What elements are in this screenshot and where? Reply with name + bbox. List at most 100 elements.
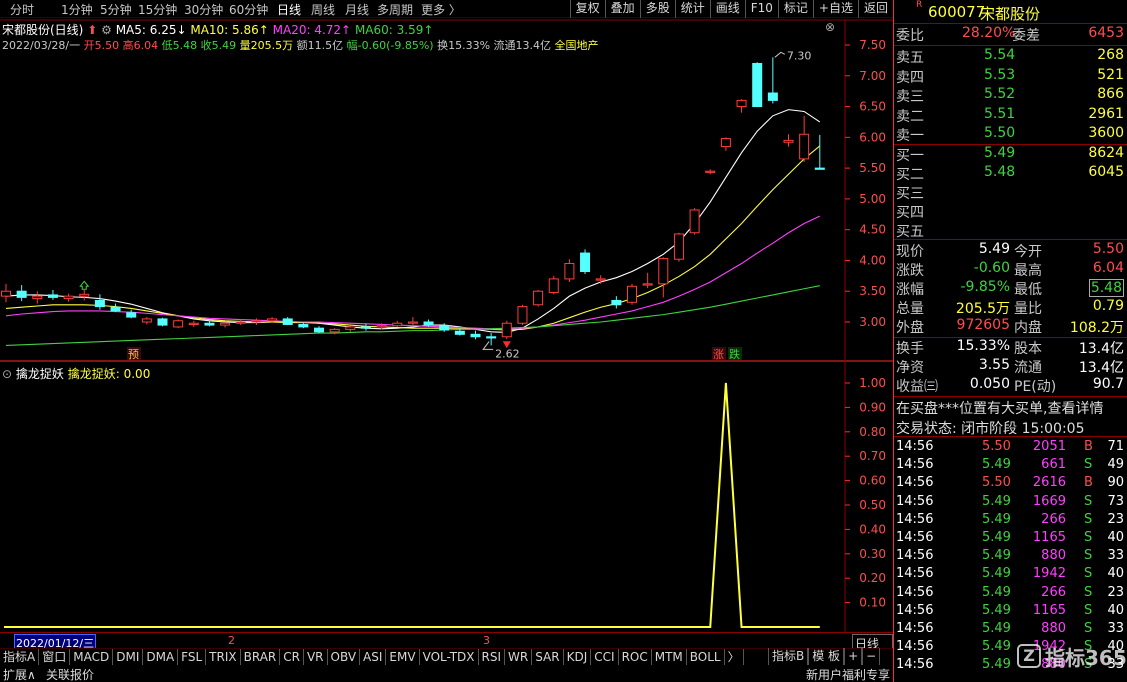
indicator-tab-7[interactable]: BRAR xyxy=(241,649,281,666)
candle[interactable] xyxy=(360,323,371,331)
candle[interactable] xyxy=(814,134,825,170)
kline-chart[interactable]: 7.50 7.00 6.50 6.00 5.50 5.00 4.50 4.00 3.50 3.00… xyxy=(0,0,893,682)
indicator-tab-3[interactable]: DMI xyxy=(113,649,144,666)
candle[interactable] xyxy=(673,232,684,262)
indicator-tab-22[interactable]: 〉 xyxy=(725,649,744,666)
promo-link[interactable]: 新用户福利专享 xyxy=(806,666,890,682)
indicator-tab-19[interactable]: ROC xyxy=(619,649,652,666)
candle[interactable] xyxy=(282,317,293,326)
divider xyxy=(894,396,1127,397)
candle[interactable] xyxy=(658,257,669,298)
candle[interactable] xyxy=(1,283,11,303)
candle[interactable] xyxy=(564,259,575,282)
bid-row[interactable]: 买二 5.48 6045 xyxy=(896,164,1126,183)
candle[interactable] xyxy=(392,320,403,327)
candle[interactable] xyxy=(345,325,356,332)
indicator-tab-right-0[interactable]: 指标B xyxy=(768,648,809,665)
bid-row[interactable]: 买四 xyxy=(896,202,1126,221)
candle[interactable] xyxy=(627,283,637,305)
bid-row[interactable]: 买三 xyxy=(896,183,1126,202)
ask-row[interactable]: 卖一 5.50 3600 xyxy=(896,125,1126,144)
candle[interactable] xyxy=(548,275,559,295)
bid-row[interactable]: 买一 5.49 8624 xyxy=(896,145,1126,164)
candle[interactable] xyxy=(63,293,74,302)
candle[interactable] xyxy=(110,303,121,313)
ask-row[interactable]: 卖二 5.51 2961 xyxy=(896,106,1126,125)
candle[interactable] xyxy=(157,317,168,327)
indicator-tab-4[interactable]: DMA xyxy=(143,649,179,666)
stat-row: 总量 205.5万 量比 0.79 xyxy=(896,298,1126,317)
candle[interactable] xyxy=(32,291,43,304)
indicator-title[interactable]: 擒龙捉妖 xyxy=(16,367,64,381)
divider xyxy=(894,45,1127,46)
big-order-notice[interactable]: 在买盘***位置有大买单,查看详情 xyxy=(896,398,1103,418)
indicator-tab-right-3[interactable]: − xyxy=(862,648,881,665)
indicator-tab-1[interactable]: 窗口 xyxy=(39,649,71,666)
stock-name[interactable]: 宋都股份 xyxy=(980,3,1040,24)
candle[interactable] xyxy=(799,115,810,162)
indicator-axis-label: 0.90 xyxy=(859,400,886,414)
candle[interactable] xyxy=(720,137,731,151)
candle[interactable] xyxy=(580,249,591,274)
indicator-tab-20[interactable]: MTM xyxy=(652,649,687,666)
tick-count: 40 xyxy=(1107,602,1124,618)
indicator-tab-10[interactable]: OBV xyxy=(328,649,361,666)
price-axis-label: 7.00 xyxy=(859,69,886,83)
candle[interactable] xyxy=(407,317,418,326)
indicator-tab-12[interactable]: EMV xyxy=(386,649,420,666)
indicator-tab-2[interactable]: MACD xyxy=(70,649,114,666)
candle[interactable] xyxy=(188,320,199,327)
candle[interactable] xyxy=(204,321,215,327)
candle-body xyxy=(251,320,262,323)
candle[interactable] xyxy=(126,309,137,319)
candle[interactable] xyxy=(705,169,716,175)
indicator-tab-right-1[interactable]: 模 板 xyxy=(808,648,845,665)
indicator-tab-11[interactable]: ASI xyxy=(360,649,387,666)
candle[interactable] xyxy=(642,272,653,289)
indicator-tab-17[interactable]: KDJ xyxy=(564,649,592,666)
candle[interactable] xyxy=(94,294,105,310)
indicator-tab-right-2[interactable]: + xyxy=(844,648,863,665)
candle[interactable] xyxy=(517,304,528,326)
indicator-tab-21[interactable]: BOLL xyxy=(687,649,725,666)
indicator-tab-8[interactable]: CR xyxy=(280,649,304,666)
candle[interactable] xyxy=(501,320,512,340)
candle[interactable] xyxy=(533,289,544,307)
indicator-tab-0[interactable]: 指标A xyxy=(0,649,40,666)
ask-row[interactable]: 卖五 5.54 268 xyxy=(896,47,1126,66)
candle[interactable] xyxy=(47,289,58,300)
indicator-tab-6[interactable]: TRIX xyxy=(206,649,241,666)
candle[interactable] xyxy=(141,317,152,325)
indicator-tab-14[interactable]: RSI xyxy=(479,649,506,666)
candle[interactable] xyxy=(611,296,622,309)
candle[interactable] xyxy=(689,208,700,235)
candle-body xyxy=(267,318,278,322)
related-quotes-button[interactable]: 关联报价 xyxy=(46,666,94,682)
candle[interactable] xyxy=(314,326,324,334)
expand-button[interactable]: 扩展∧ xyxy=(3,666,36,682)
candle[interactable] xyxy=(16,285,27,302)
candle[interactable] xyxy=(173,319,184,329)
indicator-tab-18[interactable]: CCI xyxy=(591,649,619,666)
indicator-tab-16[interactable]: SAR xyxy=(532,649,564,666)
candle[interactable] xyxy=(220,322,231,328)
candle[interactable] xyxy=(783,134,794,147)
divider xyxy=(894,239,1127,240)
bid-row[interactable]: 买五 xyxy=(896,221,1126,240)
indicator-menu-icon[interactable]: ⊙ xyxy=(2,367,12,381)
candle[interactable] xyxy=(736,99,747,113)
candle[interactable] xyxy=(595,275,606,284)
candle[interactable] xyxy=(251,318,262,326)
indicator-tab-9[interactable]: VR xyxy=(304,649,328,666)
indicator-tab-13[interactable]: VOL-TDX xyxy=(420,649,479,666)
indicator-tab-15[interactable]: WR xyxy=(505,649,533,666)
candle[interactable] xyxy=(767,57,778,104)
watermark-text: 指标365 xyxy=(1045,645,1127,670)
candle[interactable] xyxy=(79,289,90,301)
ask-row[interactable]: 卖四 5.53 521 xyxy=(896,67,1126,86)
tick-direction: B xyxy=(1084,475,1093,491)
ask-row[interactable]: 卖三 5.52 866 xyxy=(896,86,1126,105)
indicator-tab-5[interactable]: FSL xyxy=(178,649,207,666)
candle[interactable] xyxy=(470,330,481,340)
candle[interactable] xyxy=(752,62,763,108)
